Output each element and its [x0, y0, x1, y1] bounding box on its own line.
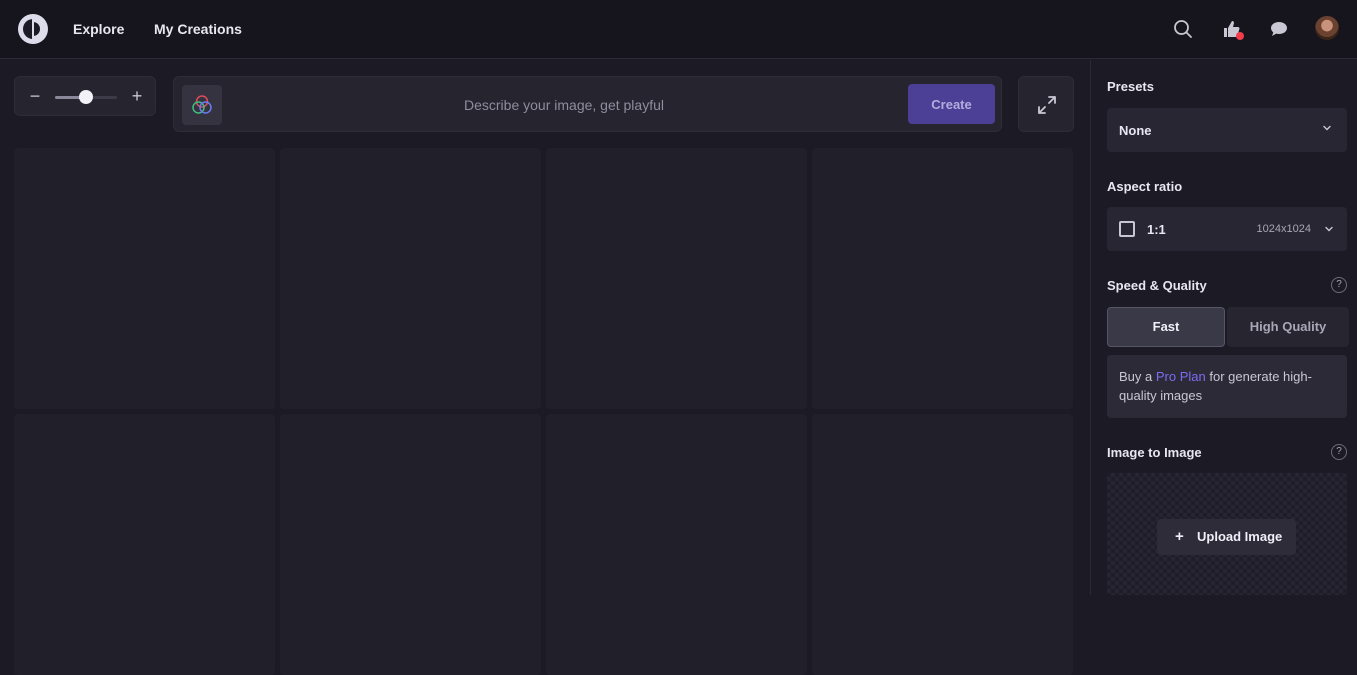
- zoom-slider[interactable]: [55, 90, 117, 104]
- avatar[interactable]: [1315, 16, 1339, 40]
- chat-bubble-icon[interactable]: [1268, 18, 1290, 40]
- zoom-out-button[interactable]: −: [25, 86, 45, 106]
- thumbs-up-icon[interactable]: [1220, 18, 1244, 40]
- image-placeholder: [14, 414, 275, 675]
- zoom-control: − +: [14, 76, 156, 116]
- speed-quality-toggle: Fast High Quality: [1107, 307, 1349, 347]
- upload-image-button[interactable]: + Upload Image: [1157, 519, 1296, 555]
- expand-icon: [1038, 96, 1056, 114]
- image-placeholder: [546, 148, 807, 409]
- notification-dot: [1236, 32, 1244, 40]
- help-icon[interactable]: ?: [1331, 277, 1347, 293]
- plus-icon: +: [1175, 528, 1184, 545]
- zoom-slider-thumb[interactable]: [79, 90, 93, 104]
- high-quality-option[interactable]: High Quality: [1227, 307, 1349, 347]
- settings-panel: Presets None Aspect ratio 1:1 1024x1024 …: [1090, 60, 1357, 595]
- fast-option[interactable]: Fast: [1107, 307, 1225, 347]
- image-to-image-label: Image to Image: [1107, 445, 1202, 460]
- prompt-bar: Create: [173, 76, 1002, 132]
- image-placeholder: [812, 414, 1073, 675]
- image-placeholder: [812, 148, 1073, 409]
- style-picker-button[interactable]: [182, 85, 222, 125]
- pro-notice-prefix: Buy a: [1119, 369, 1156, 384]
- image-placeholder: [280, 414, 541, 675]
- create-button[interactable]: Create: [908, 84, 995, 124]
- fullscreen-button[interactable]: [1018, 76, 1074, 132]
- top-bar: Explore My Creations: [0, 0, 1357, 59]
- app-logo[interactable]: [18, 14, 48, 44]
- presets-value: None: [1119, 123, 1152, 138]
- prompt-input[interactable]: [234, 87, 894, 123]
- speed-quality-label: Speed & Quality: [1107, 278, 1207, 293]
- square-ratio-icon: [1119, 221, 1135, 237]
- nav-explore[interactable]: Explore: [73, 21, 124, 37]
- aspect-ratio-select[interactable]: 1:1 1024x1024: [1107, 207, 1347, 251]
- chevron-down-icon: [1323, 125, 1331, 131]
- aspect-ratio-value: 1:1: [1147, 222, 1166, 237]
- nav-my-creations[interactable]: My Creations: [154, 21, 242, 37]
- image-placeholder: [546, 414, 807, 675]
- pro-plan-link[interactable]: Pro Plan: [1156, 369, 1206, 384]
- color-circles-icon: [192, 95, 212, 114]
- image-placeholder: [280, 148, 541, 409]
- aspect-ratio-size: 1024x1024: [1256, 223, 1311, 235]
- presets-select[interactable]: None: [1107, 108, 1347, 152]
- image-upload-area[interactable]: + Upload Image: [1107, 473, 1347, 595]
- image-placeholder: [14, 148, 275, 409]
- aspect-ratio-label: Aspect ratio: [1107, 179, 1183, 194]
- chevron-down-icon: [1325, 226, 1333, 232]
- zoom-in-button[interactable]: +: [127, 86, 147, 106]
- pro-plan-notice: Buy a Pro Plan for generate high-quality…: [1107, 355, 1347, 418]
- presets-label: Presets: [1107, 79, 1154, 94]
- help-icon[interactable]: ?: [1331, 444, 1347, 460]
- upload-image-label: Upload Image: [1197, 529, 1283, 544]
- logo-icon: [19, 15, 47, 43]
- search-icon[interactable]: [1172, 18, 1194, 40]
- canvas-area: − + Create: [0, 60, 1090, 675]
